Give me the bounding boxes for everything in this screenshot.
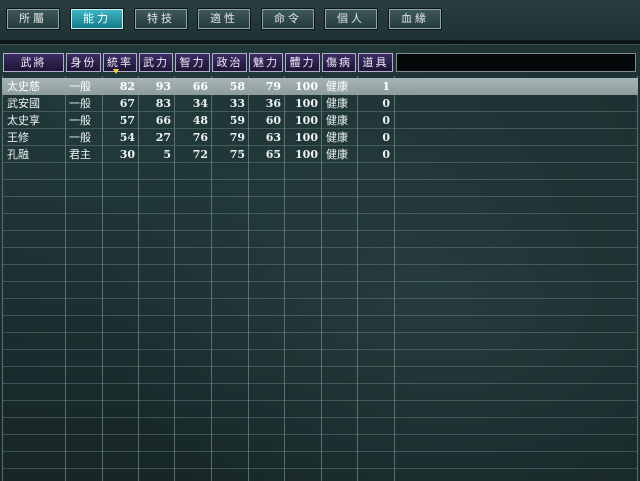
row-divider: [2, 417, 638, 418]
cell-items: 0: [382, 131, 390, 144]
cell-stamina: 100: [295, 114, 318, 127]
row-divider: [2, 196, 638, 197]
table-row[interactable]: 王修 一般 54 27 76 79 63 100 健康 0: [2, 129, 638, 146]
header-general[interactable]: 武將: [3, 53, 64, 72]
row-divider: [2, 451, 638, 452]
row-divider: [2, 349, 638, 350]
cell-rank: 君主: [69, 148, 91, 161]
table-row[interactable]: 武安國 一般 67 83 34 33 36 100 健康 0: [2, 95, 638, 112]
sort-indicator-icon: [113, 69, 119, 74]
header-politics[interactable]: 政治: [212, 53, 247, 72]
row-divider: [2, 315, 638, 316]
row-divider: [2, 264, 638, 265]
cell-stamina: 100: [295, 80, 318, 93]
table-row[interactable]: 太史享 一般 57 66 48 59 60 100 健康 0: [2, 112, 638, 129]
header-items[interactable]: 道具: [358, 53, 393, 72]
header-war[interactable]: 武力: [139, 53, 173, 72]
cell-intelligence: 34: [192, 97, 208, 110]
cell-leadership: 67: [119, 97, 135, 110]
tab-skills[interactable]: 特技: [134, 8, 188, 30]
cell-injury: 健康: [326, 114, 348, 127]
cell-war: 27: [155, 131, 171, 144]
row-divider: [2, 434, 638, 435]
row-divider: [2, 213, 638, 214]
cell-war: 83: [155, 97, 171, 110]
cell-intelligence: 76: [192, 131, 208, 144]
row-divider: [2, 179, 638, 180]
cell-war: 93: [155, 80, 171, 93]
cell-politics: 79: [229, 131, 245, 144]
cell-items: 0: [382, 148, 390, 161]
cell-name: 孔融: [7, 148, 29, 161]
cell-charm: 63: [265, 131, 281, 144]
cell-politics: 58: [229, 80, 245, 93]
table-row[interactable]: 孔融 君主 30 5 72 75 65 100 健康 0: [2, 146, 638, 163]
cell-charm: 60: [265, 114, 281, 127]
tab-orders[interactable]: 命令: [261, 8, 315, 30]
cell-war: 5: [163, 148, 171, 161]
row-divider: [2, 366, 638, 367]
cell-rank: 一般: [69, 114, 91, 127]
row-divider: [2, 400, 638, 401]
cell-items: 0: [382, 114, 390, 127]
cell-leadership: 30: [119, 148, 135, 161]
cell-injury: 健康: [326, 148, 348, 161]
cell-intelligence: 66: [192, 80, 208, 93]
tab-personal[interactable]: 個人: [324, 8, 378, 30]
cell-items: 1: [382, 80, 390, 93]
cell-stamina: 100: [295, 148, 318, 161]
cell-items: 0: [382, 97, 390, 110]
row-divider: [2, 230, 638, 231]
cell-leadership: 82: [119, 80, 135, 93]
header-charm[interactable]: 魅力: [249, 53, 283, 72]
row-divider: [2, 468, 638, 469]
cell-charm: 79: [265, 80, 281, 93]
cell-stamina: 100: [295, 97, 318, 110]
cell-leadership: 57: [119, 114, 135, 127]
cell-injury: 健康: [326, 131, 348, 144]
tab-ability[interactable]: 能力: [70, 8, 124, 30]
tab-affiliation[interactable]: 所屬: [6, 8, 60, 30]
cell-war: 66: [155, 114, 171, 127]
cell-politics: 59: [229, 114, 245, 127]
cell-politics: 33: [229, 97, 245, 110]
header-injury[interactable]: 傷病: [322, 53, 356, 72]
cell-leadership: 54: [119, 131, 135, 144]
tab-bloodline[interactable]: 血緣: [388, 8, 442, 30]
row-divider: [2, 383, 638, 384]
cell-politics: 75: [229, 148, 245, 161]
cell-name: 武安國: [7, 97, 40, 110]
table-row[interactable]: 太史慈 一般 82 93 66 58 79 100 健康 1: [2, 78, 638, 95]
background: [0, 0, 640, 481]
cell-injury: 健康: [326, 97, 348, 110]
cell-name: 太史享: [7, 114, 40, 127]
header-leadership[interactable]: 統率: [103, 53, 137, 72]
row-divider: [2, 298, 638, 299]
header-rank[interactable]: 身份: [66, 53, 101, 72]
divider: [0, 42, 640, 45]
header-spacer: [396, 53, 636, 72]
cell-intelligence: 72: [192, 148, 208, 161]
cell-charm: 65: [265, 148, 281, 161]
row-divider: [2, 281, 638, 282]
tab-aptitude[interactable]: 適性: [197, 8, 251, 30]
cell-injury: 健康: [326, 80, 348, 93]
cell-intelligence: 48: [192, 114, 208, 127]
cell-name: 王修: [7, 131, 29, 144]
header-intelligence[interactable]: 智力: [175, 53, 210, 72]
cell-rank: 一般: [69, 80, 91, 93]
row-divider: [2, 332, 638, 333]
cell-rank: 一般: [69, 131, 91, 144]
header-stamina[interactable]: 體力: [285, 53, 320, 72]
tab-bar: 所屬 能力 特技 適性 命令 個人 血緣: [0, 0, 640, 42]
cell-charm: 36: [265, 97, 281, 110]
cell-rank: 一般: [69, 97, 91, 110]
row-divider: [2, 247, 638, 248]
cell-name: 太史慈: [7, 80, 40, 93]
cell-stamina: 100: [295, 131, 318, 144]
